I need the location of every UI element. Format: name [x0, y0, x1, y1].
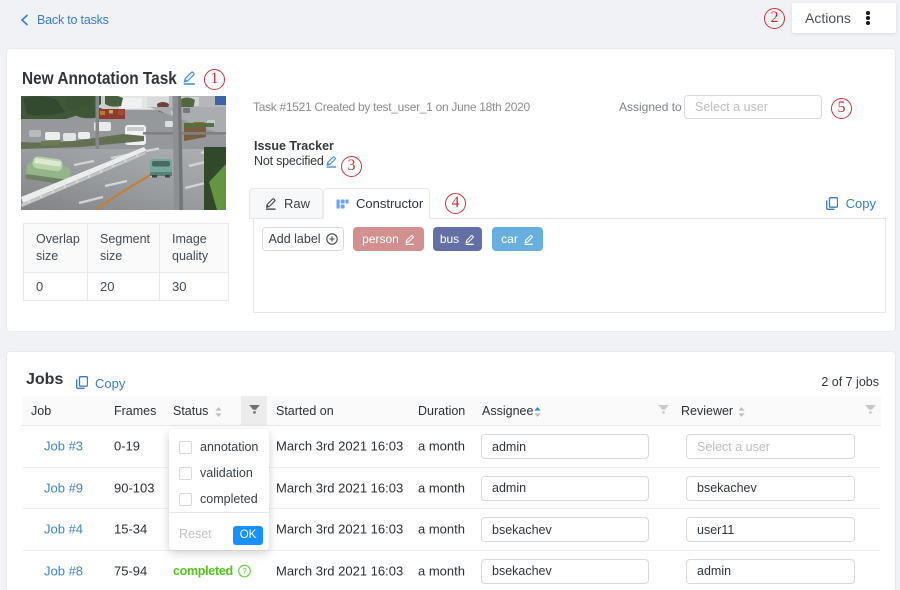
- svg-text:?: ?: [242, 566, 247, 576]
